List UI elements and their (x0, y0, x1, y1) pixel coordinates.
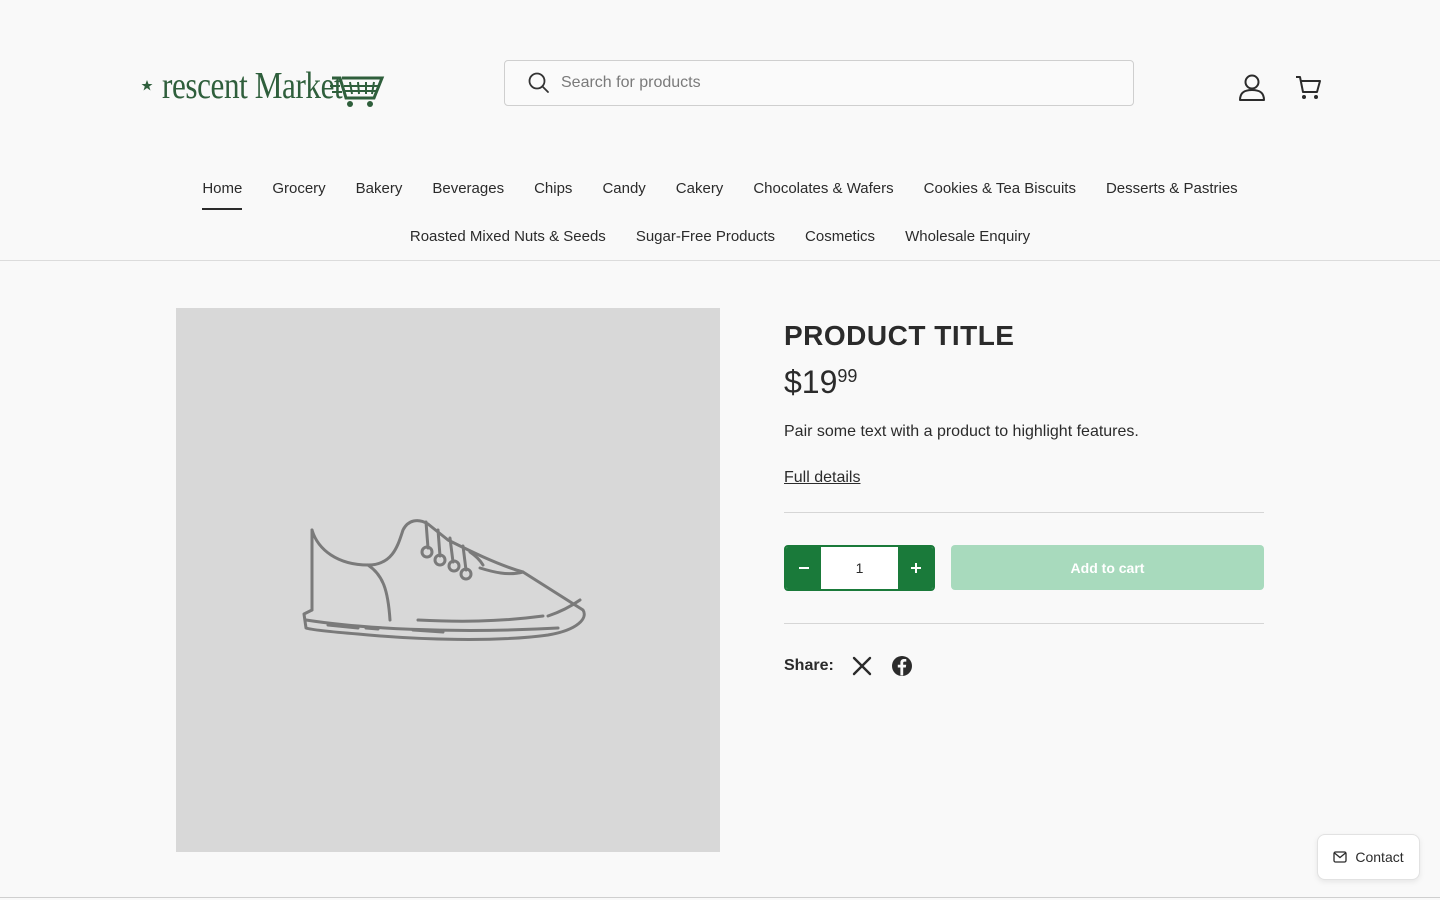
cart-icon[interactable] (1291, 70, 1325, 104)
nav-item-desserts-pastries[interactable]: Desserts & Pastries (1106, 176, 1238, 209)
site-header: rescent Market Home Grocery Bakery Bever… (0, 0, 1440, 261)
search-input[interactable] (561, 74, 1101, 92)
product-title: PRODUCT TITLE (784, 320, 1015, 351)
nav-item-home[interactable]: Home (202, 176, 243, 210)
product-description: Pair some text with a product to highlig… (784, 423, 1139, 440)
footer-divider (0, 897, 1440, 898)
nav-item-sugar-free[interactable]: Sugar-Free Products (636, 224, 775, 257)
logo-cart-icon (329, 76, 385, 107)
quantity-stepper[interactable]: 1 (784, 545, 935, 591)
nav-item-candy[interactable]: Candy (602, 176, 645, 209)
minus-icon (798, 567, 809, 569)
add-to-cart-button[interactable]: Add to cart (951, 545, 1264, 590)
x-icon[interactable] (850, 654, 874, 678)
nav-item-cakery[interactable]: Cakery (676, 176, 724, 209)
increase-quantity-button[interactable] (898, 547, 933, 589)
divider (784, 623, 1264, 624)
search-icon[interactable] (527, 71, 551, 95)
nav-item-chocolates-wafers[interactable]: Chocolates & Wafers (753, 176, 893, 209)
shoe-placeholder-icon (302, 519, 586, 641)
price-main: $19 (784, 364, 838, 400)
nav-item-grocery[interactable]: Grocery (272, 176, 325, 209)
nav-item-cosmetics[interactable]: Cosmetics (805, 224, 875, 257)
product-image[interactable] (176, 308, 720, 852)
decrease-quantity-button[interactable] (786, 547, 821, 589)
nav-item-cookies-tea-biscuits[interactable]: Cookies & Tea Biscuits (924, 176, 1076, 209)
logo-text: rescent Market (162, 65, 343, 107)
full-details-link[interactable]: Full details (784, 469, 860, 487)
search-bar[interactable] (504, 60, 1134, 106)
share-section: Share: (784, 654, 930, 678)
main-nav-row-1: Home Grocery Bakery Beverages Chips Cand… (0, 176, 1440, 210)
contact-button[interactable]: Contact (1317, 834, 1420, 880)
nav-item-bakery[interactable]: Bakery (356, 176, 403, 209)
facebook-icon[interactable] (890, 654, 914, 678)
contact-label: Contact (1355, 849, 1404, 865)
quantity-input[interactable]: 1 (821, 547, 898, 589)
share-label: Share: (784, 657, 834, 674)
crescent-star-icon (132, 70, 153, 102)
divider (784, 512, 1264, 513)
mail-icon (1333, 851, 1348, 863)
product-info: PRODUCT TITLE $19 99 Pair some text with… (784, 320, 1264, 487)
nav-item-wholesale-enquiry[interactable]: Wholesale Enquiry (905, 224, 1030, 257)
main-nav-row-2: Roasted Mixed Nuts & Seeds Sugar-Free Pr… (0, 224, 1440, 257)
nav-item-chips[interactable]: Chips (534, 176, 572, 209)
plus-icon (910, 563, 921, 573)
price-cents: 99 (837, 366, 858, 386)
nav-item-beverages[interactable]: Beverages (432, 176, 504, 209)
nav-item-roasted-nuts-seeds[interactable]: Roasted Mixed Nuts & Seeds (410, 224, 606, 257)
logo[interactable]: rescent Market (128, 62, 438, 110)
product-price: $19 99 (784, 364, 1264, 401)
user-icon[interactable] (1235, 70, 1269, 104)
